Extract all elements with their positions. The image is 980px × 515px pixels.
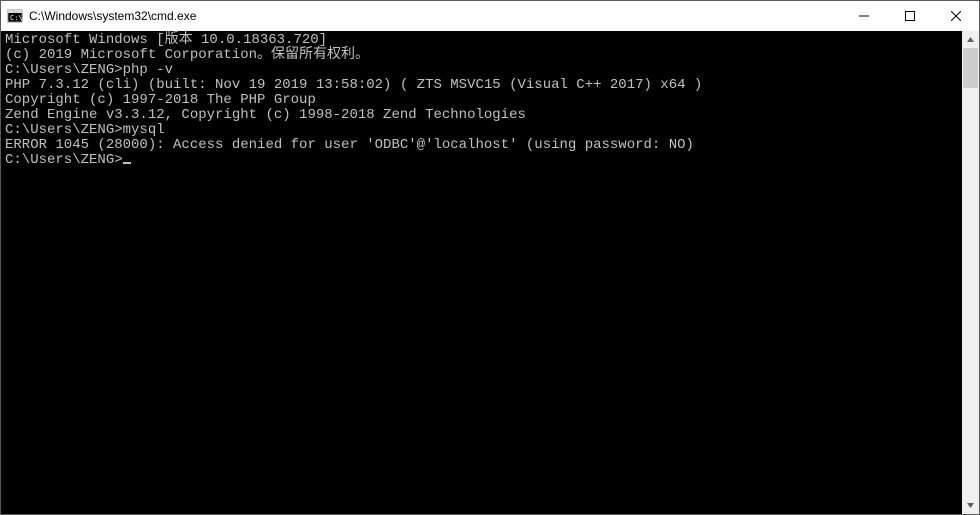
- client-area: Microsoft Windows [版本 10.0.18363.720](c)…: [1, 31, 979, 514]
- close-button[interactable]: [933, 1, 979, 31]
- terminal-line: ERROR 1045 (28000): Access denied for us…: [5, 138, 960, 153]
- terminal-line: Microsoft Windows [版本 10.0.18363.720]: [5, 33, 960, 48]
- window-controls: [841, 1, 979, 31]
- terminal-line: (c) 2019 Microsoft Corporation。保留所有权利。: [5, 48, 960, 63]
- terminal-line: PHP 7.3.12 (cli) (built: Nov 19 2019 13:…: [5, 78, 960, 93]
- cmd-window: C:\ C:\Windows\system32\cmd.exe Microsof…: [0, 0, 980, 515]
- terminal-output[interactable]: Microsoft Windows [版本 10.0.18363.720](c)…: [1, 31, 962, 514]
- terminal-line: Copyright (c) 1997-2018 The PHP Group: [5, 93, 960, 108]
- terminal-line: C:\Users\ZENG>: [5, 153, 960, 168]
- titlebar-left: C:\ C:\Windows\system32\cmd.exe: [1, 8, 196, 24]
- maximize-button[interactable]: [887, 1, 933, 31]
- terminal-line: C:\Users\ZENG>php -v: [5, 63, 960, 78]
- svg-text:C:\: C:\: [10, 14, 23, 22]
- minimize-button[interactable]: [841, 1, 887, 31]
- window-title: C:\Windows\system32\cmd.exe: [29, 9, 196, 23]
- titlebar[interactable]: C:\ C:\Windows\system32\cmd.exe: [1, 1, 979, 31]
- scroll-thumb[interactable]: [963, 48, 978, 88]
- cursor: [123, 162, 131, 164]
- cmd-icon: C:\: [7, 8, 23, 24]
- terminal-line: Zend Engine v3.3.12, Copyright (c) 1998-…: [5, 108, 960, 123]
- scroll-up-button[interactable]: [962, 31, 979, 48]
- scroll-track[interactable]: [962, 48, 979, 497]
- terminal-line: C:\Users\ZENG>mysql: [5, 123, 960, 138]
- vertical-scrollbar[interactable]: [962, 31, 979, 514]
- scroll-down-button[interactable]: [962, 497, 979, 514]
